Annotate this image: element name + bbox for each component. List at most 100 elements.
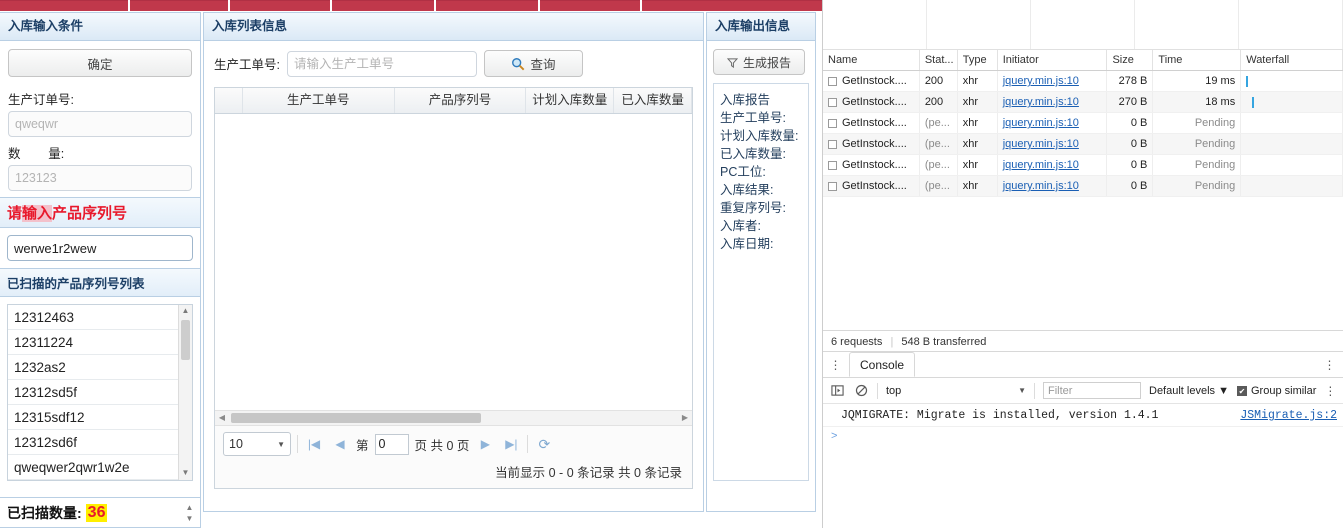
count-stepper[interactable]: ▲ ▼ — [183, 502, 196, 524]
tab-segment[interactable] — [332, 0, 434, 11]
prev-page-button[interactable]: ◀ — [330, 437, 350, 451]
first-page-button[interactable]: |◀ — [304, 437, 324, 451]
request-name-cell[interactable]: GetInstock.... — [823, 176, 920, 196]
grid-column-header[interactable] — [215, 88, 243, 113]
initiator-link[interactable]: jquery.min.js:10 — [1003, 138, 1079, 150]
request-initiator-cell[interactable]: jquery.min.js:10 — [998, 155, 1108, 175]
list-item[interactable]: qweqwer2qwr1w2e — [8, 455, 178, 480]
work-order-input[interactable] — [286, 50, 477, 77]
table-row[interactable]: GetInstock.... (pe... xhr jquery.min.js:10 0… — [823, 155, 1343, 176]
refresh-button[interactable]: ⟳ — [534, 436, 554, 453]
list-item[interactable]: 12312sd6f — [8, 430, 178, 455]
request-initiator-cell[interactable]: jquery.min.js:10 — [998, 71, 1108, 91]
table-row[interactable]: GetInstock.... (pe... xhr jquery.min.js:10 0… — [823, 134, 1343, 155]
show-sidebar-icon[interactable] — [829, 383, 845, 399]
request-initiator-cell[interactable]: jquery.min.js:10 — [998, 134, 1108, 154]
network-column-header[interactable]: Type — [958, 50, 998, 70]
execution-context-select[interactable]: top ▼ — [886, 385, 1026, 397]
no-entry-icon[interactable] — [853, 383, 869, 399]
tab-segment[interactable] — [230, 0, 330, 11]
grid-column-header[interactable]: 计划入库数量 — [526, 88, 615, 113]
checkbox-icon[interactable] — [828, 139, 837, 149]
query-button[interactable]: 查询 — [483, 50, 583, 77]
tab-console[interactable]: Console — [849, 352, 916, 377]
scroll-right-icon[interactable]: ▶ — [678, 411, 692, 425]
initiator-link[interactable]: jquery.min.js:10 — [1003, 180, 1079, 192]
checkbox-icon[interactable]: ✔ — [1237, 385, 1247, 396]
network-column-header[interactable]: Size — [1107, 50, 1154, 70]
scrollbar-thumb[interactable] — [181, 320, 190, 360]
request-initiator-cell[interactable]: jquery.min.js:10 — [998, 92, 1108, 112]
tab-segment[interactable] — [130, 0, 228, 11]
table-row[interactable]: GetInstock.... 200 xhr jquery.min.js:10 270 … — [823, 92, 1343, 113]
request-name-cell[interactable]: GetInstock.... — [823, 113, 920, 133]
console-input-prompt[interactable]: > — [823, 427, 1343, 445]
scanned-list-scrollbar[interactable]: ▲ ▼ — [178, 305, 192, 480]
page-number-input[interactable] — [374, 433, 409, 455]
network-column-header[interactable]: Waterfall — [1241, 50, 1343, 70]
network-column-header[interactable]: Initiator — [998, 50, 1108, 70]
toolbar-cell[interactable] — [1031, 0, 1135, 49]
tab-segment[interactable] — [0, 0, 128, 11]
checkbox-icon[interactable] — [828, 76, 837, 86]
last-page-button[interactable]: ▶| — [501, 437, 521, 451]
request-name-cell[interactable]: GetInstock.... — [823, 134, 920, 154]
toolbar-cell[interactable] — [823, 0, 927, 49]
initiator-link[interactable]: jquery.min.js:10 — [1003, 159, 1079, 171]
tab-segment[interactable] — [436, 0, 538, 11]
hscrollbar-thumb[interactable] — [231, 413, 481, 423]
checkbox-icon[interactable] — [828, 118, 837, 128]
request-name-cell[interactable]: GetInstock.... — [823, 92, 920, 112]
group-similar-toggle[interactable]: ✔ Group similar — [1237, 385, 1316, 397]
toolbar-cell[interactable] — [1239, 0, 1343, 49]
page-size-select[interactable]: 10 ▼ — [223, 432, 291, 456]
checkbox-icon[interactable] — [828, 181, 837, 191]
toolbar-cell[interactable] — [1135, 0, 1239, 49]
grid-column-header[interactable]: 产品序列号 — [395, 88, 527, 113]
table-row[interactable]: GetInstock.... (pe... xhr jquery.min.js:10 0… — [823, 113, 1343, 134]
network-column-header[interactable]: Name — [823, 50, 920, 70]
scroll-left-icon[interactable]: ◀ — [215, 411, 229, 425]
network-column-header[interactable]: Time — [1153, 50, 1242, 70]
initiator-link[interactable]: jquery.min.js:10 — [1003, 117, 1079, 129]
checkbox-icon[interactable] — [828, 97, 837, 107]
list-item[interactable]: 12311224 — [8, 330, 178, 355]
request-name-cell[interactable]: GetInstock.... — [823, 71, 920, 91]
more-options-icon[interactable]: ⋮ — [823, 353, 849, 377]
grid-column-header[interactable]: 生产工单号 — [243, 88, 395, 113]
stepper-up-icon[interactable]: ▲ — [186, 503, 194, 512]
request-initiator-cell[interactable]: jquery.min.js:10 — [998, 176, 1108, 196]
drawer-more-icon[interactable]: ⋮ — [1317, 353, 1343, 377]
list-item[interactable]: 1232as2 — [8, 355, 178, 380]
next-page-button[interactable]: ▶ — [475, 437, 495, 451]
tab-segment[interactable] — [642, 0, 822, 11]
quantity-input[interactable] — [8, 165, 192, 191]
stepper-down-icon[interactable]: ▼ — [186, 514, 194, 523]
console-filter-input[interactable]: Filter — [1043, 382, 1141, 399]
grid-column-header[interactable]: 已入库数量 — [614, 88, 692, 113]
network-column-header[interactable]: Stat... — [920, 50, 958, 70]
grid-horizontal-scrollbar[interactable]: ◀ ▶ — [215, 410, 692, 425]
confirm-button[interactable]: 确定 — [8, 49, 192, 77]
log-levels-select[interactable]: Default levels ▼ — [1149, 385, 1229, 397]
table-row[interactable]: GetInstock.... (pe... xhr jquery.min.js:10 0… — [823, 176, 1343, 197]
scroll-up-icon[interactable]: ▲ — [179, 305, 192, 318]
tab-segment[interactable] — [540, 0, 640, 11]
list-item[interactable]: 12312sd5f — [8, 380, 178, 405]
request-initiator-cell[interactable]: jquery.min.js:10 — [998, 113, 1108, 133]
scroll-down-icon[interactable]: ▼ — [179, 467, 192, 480]
request-name-cell[interactable]: GetInstock.... — [823, 155, 920, 175]
initiator-link[interactable]: jquery.min.js:10 — [1003, 75, 1079, 87]
initiator-link[interactable]: jquery.min.js:10 — [1003, 96, 1079, 108]
console-settings-icon[interactable]: ⋮ — [1324, 379, 1336, 403]
table-row[interactable]: GetInstock.... 200 xhr jquery.min.js:10 278 … — [823, 71, 1343, 92]
production-order-input[interactable] — [8, 111, 192, 137]
console-log-source[interactable]: JSMigrate.js:2 — [1240, 405, 1337, 427]
list-item[interactable]: 12312463 — [8, 305, 178, 330]
checkbox-icon[interactable] — [828, 160, 837, 170]
list-item[interactable]: 12315sdf12 — [8, 405, 178, 430]
toolbar-cell[interactable] — [927, 0, 1031, 49]
serial-number-input[interactable] — [7, 235, 193, 261]
scanned-serial-list[interactable]: 12312463 12311224 1232as2 12312sd5f 12315sdf… — [7, 304, 193, 481]
generate-report-button[interactable]: 生成报告 — [713, 49, 805, 75]
